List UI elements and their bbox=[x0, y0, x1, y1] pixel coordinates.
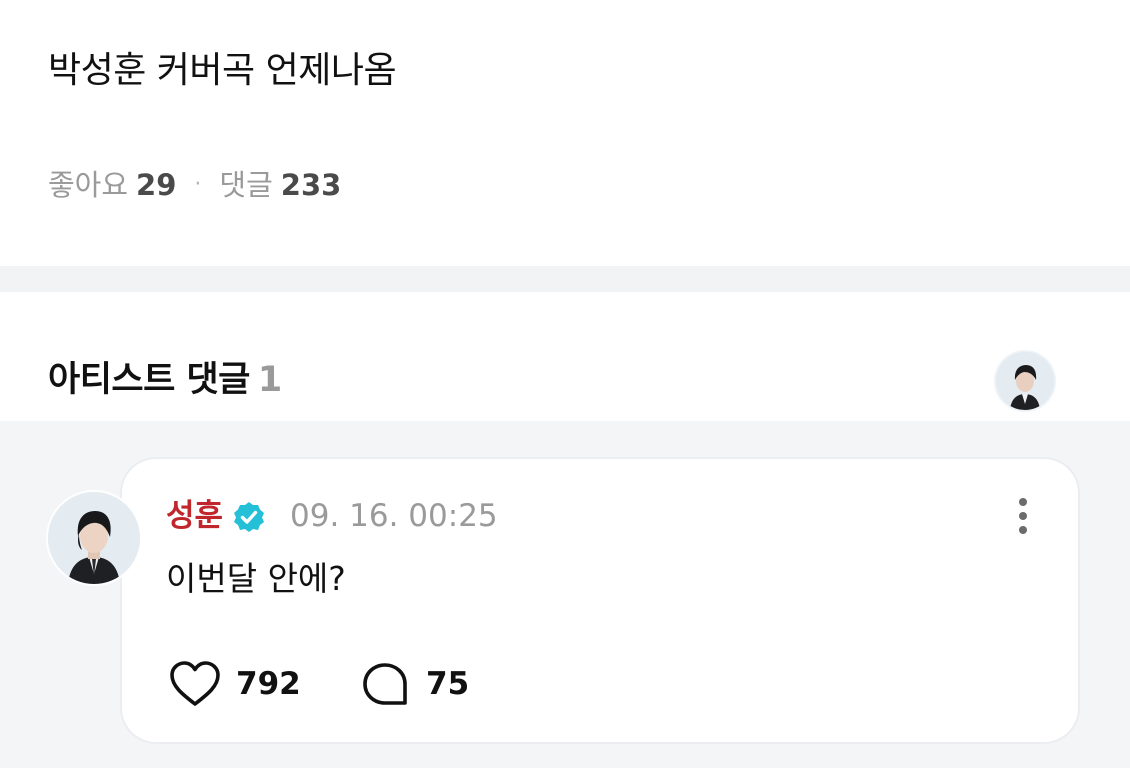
post-stats: 좋아요 29 · 댓글 233 bbox=[48, 165, 341, 205]
comment-author-avatar-image bbox=[48, 492, 140, 584]
comment-author-avatar[interactable] bbox=[48, 492, 140, 584]
comment-timestamp: 09. 16. 00:25 bbox=[290, 498, 498, 534]
reply-count: 75 bbox=[426, 666, 470, 702]
verified-badge-icon bbox=[234, 502, 264, 532]
artist-avatar-button[interactable] bbox=[996, 352, 1054, 410]
reply-button[interactable]: 75 bbox=[358, 660, 469, 708]
like-count: 792 bbox=[236, 666, 301, 702]
more-options-button[interactable] bbox=[1008, 494, 1038, 538]
artist-comments-count: 1 bbox=[257, 360, 282, 400]
artist-comments-title: 아티스트 댓글 bbox=[48, 360, 250, 400]
post-detail-page: 박성훈 커버곡 언제나옴 좋아요 29 · 댓글 233 아티스트 댓글 1 성… bbox=[0, 0, 1130, 768]
like-button[interactable]: 792 bbox=[168, 660, 301, 708]
speech-bubble-icon bbox=[363, 663, 407, 705]
heart-outline-icon bbox=[170, 661, 220, 706]
artist-comments-header: 아티스트 댓글 1 bbox=[48, 355, 282, 405]
comment-text: 이번달 안에? bbox=[166, 559, 346, 598]
comment-author-name[interactable]: 성훈 bbox=[166, 495, 223, 537]
section-divider bbox=[0, 266, 1130, 292]
likes-count: 29 bbox=[136, 168, 177, 202]
artist-avatar-image bbox=[996, 352, 1054, 410]
likes-label: 좋아요 bbox=[48, 168, 129, 202]
more-vertical-icon bbox=[1019, 498, 1027, 534]
stats-separator: · bbox=[194, 172, 202, 197]
comments-label: 댓글 bbox=[219, 168, 273, 202]
post-title: 박성훈 커버곡 언제나옴 bbox=[48, 50, 397, 91]
comments-count: 233 bbox=[280, 168, 342, 202]
